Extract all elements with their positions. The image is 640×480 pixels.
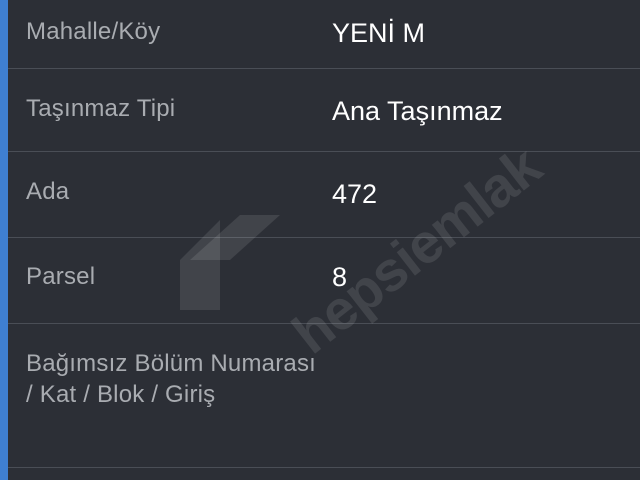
details-table: Mahalle/Köy YENİ M Taşınmaz Tipi Ana Taş…: [8, 0, 640, 468]
row-label-parsel: Parsel: [26, 263, 96, 290]
row-label-mahalle: Mahalle/Köy: [26, 18, 161, 45]
table-row-parsel: Parsel 8: [8, 238, 640, 324]
row-value-mahalle: YENİ M: [332, 18, 426, 48]
property-details-screen: Mahalle/Köy YENİ M Taşınmaz Tipi Ana Taş…: [0, 0, 640, 480]
table-row-mahalle: Mahalle/Köy YENİ M: [8, 0, 640, 69]
row-label-tasinmaz-tipi: Taşınmaz Tipi: [26, 95, 176, 122]
row-label-ada: Ada: [26, 178, 70, 205]
table-row-tasinmaz-tipi: Taşınmaz Tipi Ana Taşınmaz: [8, 69, 640, 152]
row-value-parsel: 8: [332, 262, 348, 292]
table-row-bagimsiz-bolum: Bağımsız Bölüm Numarası / Kat / Blok / G…: [8, 324, 640, 468]
accent-bar: [0, 0, 8, 480]
row-label-bagimsiz-bolum: Bağımsız Bölüm Numarası / Kat / Blok / G…: [26, 350, 317, 408]
row-value-ada: 472: [332, 179, 378, 209]
table-row-ada: Ada 472: [8, 152, 640, 238]
row-value-tasinmaz-tipi: Ana Taşınmaz: [332, 96, 503, 126]
